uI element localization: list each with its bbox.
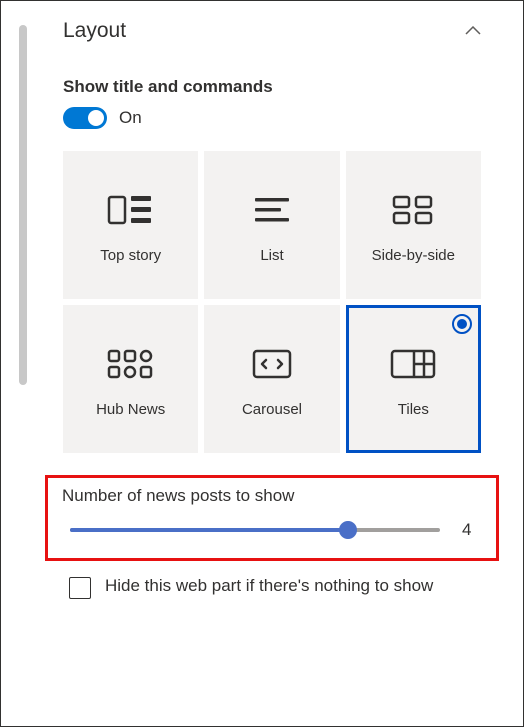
layout-grid: Top story List Side-by-si xyxy=(63,151,481,453)
slider-row: 4 xyxy=(62,520,482,540)
layout-option-side-by-side[interactable]: Side-by-side xyxy=(346,151,481,299)
toggle-section: Show title and commands On xyxy=(63,77,481,129)
slider[interactable] xyxy=(70,528,440,532)
toggle-state: On xyxy=(119,108,142,128)
layout-name: Side-by-side xyxy=(372,247,455,264)
carousel-icon xyxy=(250,341,294,387)
highlighted-slider-section: Number of news posts to show 4 xyxy=(45,475,499,561)
layout-name: Tiles xyxy=(398,401,429,418)
section-header[interactable]: Layout xyxy=(63,19,481,43)
top-story-icon xyxy=(107,187,155,233)
slider-label: Number of news posts to show xyxy=(62,486,482,506)
checkbox-label: Hide this web part if there's nothing to… xyxy=(105,575,433,598)
layout-option-top-story[interactable]: Top story xyxy=(63,151,198,299)
layout-option-list[interactable]: List xyxy=(204,151,339,299)
toggle-switch[interactable] xyxy=(63,107,107,129)
slider-fill xyxy=(70,528,348,532)
layout-name: Carousel xyxy=(242,401,302,418)
radio-selected-icon xyxy=(452,314,472,334)
slider-thumb[interactable] xyxy=(339,521,357,539)
list-icon xyxy=(253,187,291,233)
scrollbar[interactable] xyxy=(19,25,27,385)
layout-option-tiles[interactable]: Tiles xyxy=(346,305,481,453)
section-title: Layout xyxy=(63,19,126,43)
checkbox-row: Hide this web part if there's nothing to… xyxy=(63,575,481,599)
chevron-up-icon xyxy=(465,26,481,36)
checkbox-hide-webpart[interactable] xyxy=(69,577,91,599)
side-by-side-icon xyxy=(392,187,434,233)
hub-news-icon xyxy=(107,341,155,387)
tiles-icon xyxy=(390,341,436,387)
toggle-thumb xyxy=(88,110,104,126)
layout-name: List xyxy=(260,247,283,264)
layout-option-hub-news[interactable]: Hub News xyxy=(63,305,198,453)
layout-panel: Layout Show title and commands On Top xyxy=(1,1,523,617)
layout-option-carousel[interactable]: Carousel xyxy=(204,305,339,453)
layout-name: Top story xyxy=(100,247,161,264)
slider-value: 4 xyxy=(462,520,482,540)
toggle-label: Show title and commands xyxy=(63,77,481,97)
layout-name: Hub News xyxy=(96,401,165,418)
toggle-row: On xyxy=(63,107,481,129)
